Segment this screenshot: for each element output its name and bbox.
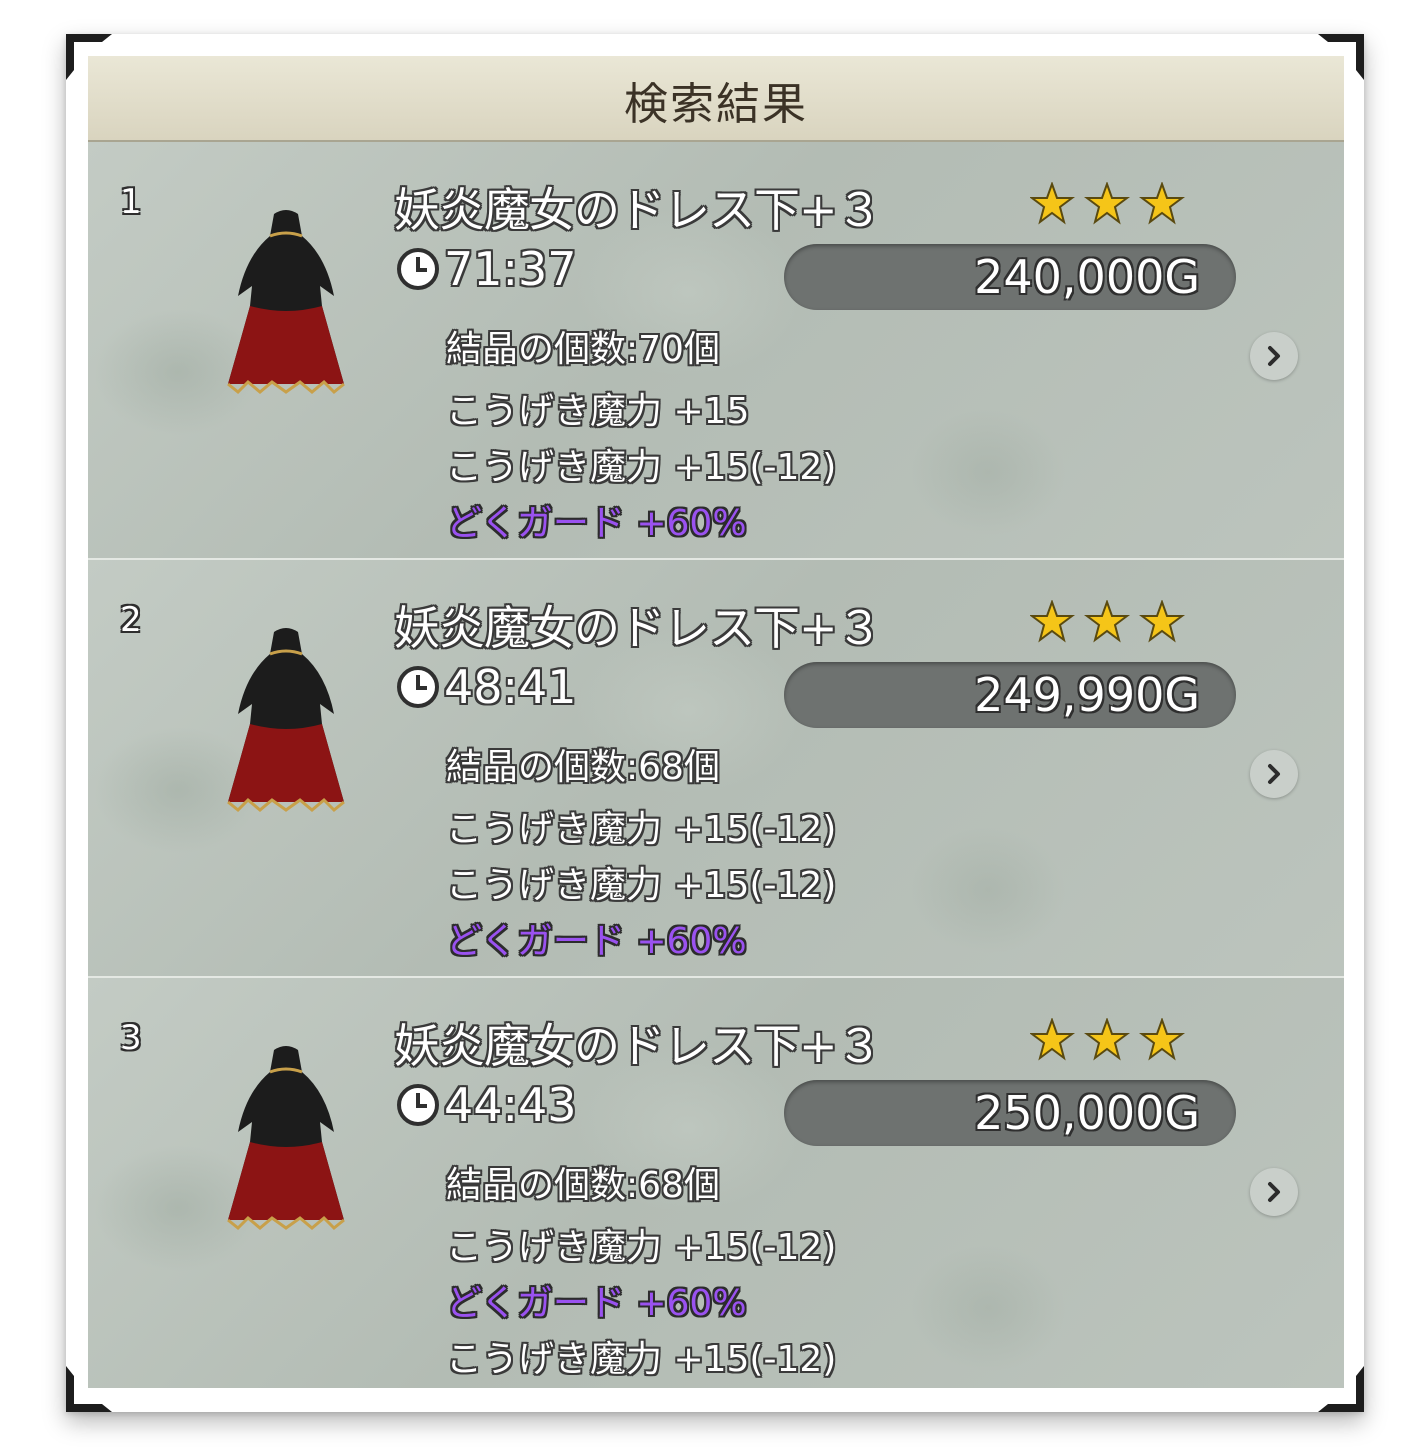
stat-line: こうげき魔力 +15(-12) [446, 865, 837, 906]
price-pill: 250,000G [784, 1080, 1236, 1146]
frame-corner-ornament [1318, 34, 1364, 80]
chevron-right-icon [1268, 1182, 1280, 1202]
remaining-time: 71:37 [444, 242, 577, 296]
price-value: 250,000G [974, 1086, 1200, 1140]
result-row[interactable]: 1 妖炎魔女のドレス下+３ 71:37 240,000G 結晶の個数:70個 こ… [88, 142, 1344, 560]
detail-button[interactable] [1250, 1168, 1298, 1216]
stat-line-special: どくガード +60% [446, 921, 747, 962]
crystal-count: 結晶の個数:68個 [446, 1165, 720, 1206]
clock-icon [397, 1084, 439, 1126]
rank-number: 2 [120, 600, 142, 640]
frame-corner-ornament [1318, 1366, 1364, 1412]
stat-line: こうげき魔力 +15(-12) [446, 809, 837, 850]
remaining-time: 48:41 [444, 660, 577, 714]
clock-icon [397, 666, 439, 708]
stat-line: こうげき魔力 +15(-12) [446, 447, 837, 488]
remaining-time: 44:43 [444, 1078, 577, 1132]
item-name: 妖炎魔女のドレス下+３ [394, 1019, 883, 1073]
star-icon [1084, 1018, 1130, 1061]
result-row[interactable]: 2 妖炎魔女のドレス下+３ 48:41 249,990G 結晶の個数:68個 こ… [88, 560, 1344, 978]
star-icon [1139, 1018, 1185, 1061]
item-name: 妖炎魔女のドレス下+３ [394, 601, 883, 655]
price-pill: 240,000G [784, 244, 1236, 310]
header-bar: 検索結果 [88, 56, 1344, 142]
star-rating [1030, 600, 1185, 643]
dress-icon [227, 210, 345, 395]
chevron-right-icon [1268, 764, 1280, 784]
crystal-count: 結晶の個数:68個 [446, 747, 720, 788]
frame-corner-ornament [66, 34, 112, 80]
star-icon [1084, 182, 1130, 225]
star-icon [1139, 600, 1185, 643]
star-rating [1030, 1018, 1185, 1061]
dress-icon [227, 1046, 345, 1231]
price-value: 249,990G [974, 668, 1200, 722]
page-title: 検索結果 [624, 79, 808, 130]
crystal-count: 結晶の個数:70個 [446, 329, 720, 370]
star-icon [1139, 182, 1185, 225]
star-icon [1030, 600, 1075, 643]
result-list: 1 妖炎魔女のドレス下+３ 71:37 240,000G 結晶の個数:70個 こ… [88, 142, 1344, 1388]
result-row[interactable]: 3 妖炎魔女のドレス下+３ 44:43 250,000G 結晶の個数:68個 こ… [88, 978, 1344, 1388]
detail-button[interactable] [1250, 332, 1298, 380]
star-icon [1084, 600, 1130, 643]
chevron-right-icon [1268, 346, 1280, 366]
star-icon [1030, 182, 1075, 225]
rank-number: 3 [120, 1018, 142, 1058]
stat-line-special: どくガード +60% [446, 503, 747, 544]
stat-line: こうげき魔力 +15 [446, 391, 750, 432]
star-icon [1030, 1018, 1075, 1061]
star-rating [1030, 182, 1185, 225]
stat-line-special: どくガード +60% [446, 1283, 747, 1324]
results-panel: 検索結果 1 妖炎魔女のドレス下+３ 71:37 240,000G 結晶の個数:… [88, 56, 1344, 1388]
item-name: 妖炎魔女のドレス下+３ [394, 183, 883, 237]
clock-icon [397, 248, 439, 290]
price-value: 240,000G [974, 250, 1200, 304]
rank-number: 1 [120, 182, 142, 222]
detail-button[interactable] [1250, 750, 1298, 798]
result-window: 検索結果 1 妖炎魔女のドレス下+３ 71:37 240,000G 結晶の個数:… [66, 34, 1364, 1412]
dress-icon [227, 628, 345, 813]
price-pill: 249,990G [784, 662, 1236, 728]
stat-line: こうげき魔力 +15(-12) [446, 1339, 837, 1380]
frame-corner-ornament [66, 1366, 112, 1412]
stat-line: こうげき魔力 +15(-12) [446, 1227, 837, 1268]
